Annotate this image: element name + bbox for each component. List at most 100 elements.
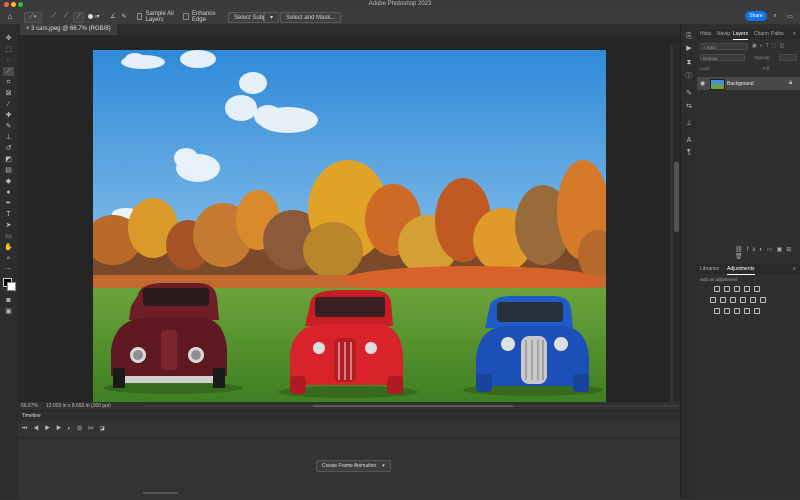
play-actions-icon[interactable]: ▶: [684, 44, 694, 53]
tab-adjustments[interactable]: Adjustments: [727, 264, 755, 275]
transition-icon[interactable]: ◪: [100, 426, 111, 432]
blend-mode-select[interactable]: Normal: [700, 54, 745, 61]
create-frame-animation-button[interactable]: Create Frame Animation ▾: [316, 460, 391, 472]
quick-selection-tool-icon[interactable]: ⟋: [3, 67, 14, 76]
layer-kind-filter[interactable]: ⌕ Kind: [700, 43, 748, 50]
curves-icon[interactable]: [734, 286, 740, 292]
transform-icon[interactable]: ⇆: [684, 102, 694, 111]
play-icon[interactable]: ▶: [45, 426, 56, 432]
lasso-tool-icon[interactable]: ◌: [3, 56, 14, 65]
audio-icon[interactable]: ◐: [67, 426, 77, 432]
gradient-tool-icon[interactable]: ▤: [3, 166, 14, 175]
brush-size-picker[interactable]: 5 ▾: [86, 12, 102, 21]
hand-tool-icon[interactable]: ✋: [3, 243, 14, 252]
paragraph-icon[interactable]: ¶: [684, 148, 694, 157]
channel-mixer-icon[interactable]: [750, 297, 756, 303]
threshold-icon[interactable]: [734, 308, 740, 314]
add-to-selection-icon[interactable]: ⟋: [62, 12, 70, 21]
info-icon[interactable]: ⓘ: [684, 72, 694, 81]
color-lookup-icon[interactable]: [760, 297, 766, 303]
pressure-icon[interactable]: ✎: [120, 12, 128, 21]
pen-tool-icon[interactable]: ✒: [3, 199, 14, 208]
panel-menu-icon[interactable]: ≡: [793, 264, 796, 274]
playback-controls[interactable]: ⏮◀▶▶◐⚙✂◪: [22, 426, 142, 435]
photo-filter-icon[interactable]: [740, 297, 746, 303]
healing-brush-tool-icon[interactable]: ✚: [3, 111, 14, 120]
history-brush-tool-icon[interactable]: ↺: [3, 144, 14, 153]
eraser-tool-icon[interactable]: ◩: [3, 155, 14, 164]
select-subject-dropdown[interactable]: ▾: [264, 12, 279, 23]
prev-frame-icon[interactable]: ◀: [33, 426, 44, 432]
frame-tool-icon[interactable]: ⊠: [3, 89, 14, 98]
visibility-eye-icon[interactable]: ◉: [700, 80, 705, 87]
vibrance-icon[interactable]: [754, 286, 760, 292]
move-tool-icon[interactable]: ✥: [3, 34, 14, 43]
marquee-tool-icon[interactable]: ⬚: [3, 45, 14, 54]
invert-icon[interactable]: [714, 308, 720, 314]
gradient-map-icon[interactable]: [744, 308, 750, 314]
home-icon[interactable]: ⌂: [5, 12, 15, 21]
brush-tool-icon[interactable]: ✎: [3, 122, 14, 131]
clone-stamp-tool-icon[interactable]: ⊥: [3, 133, 14, 142]
enhance-edge-checkbox[interactable]: Enhance Edge: [183, 11, 223, 23]
hue-saturation-icon[interactable]: [710, 297, 716, 303]
layer-filter-icons[interactable]: ▣◐T⬚◫: [752, 43, 797, 50]
select-and-mask-button[interactable]: Select and Mask...: [280, 12, 342, 23]
eyedropper-tool-icon[interactable]: ⁄: [3, 100, 14, 109]
blur-tool-icon[interactable]: ◆: [3, 177, 14, 186]
tab-libraries[interactable]: Libraries: [700, 264, 719, 274]
panel-menu-icon[interactable]: ≡: [793, 29, 796, 39]
split-icon[interactable]: ✂: [88, 426, 100, 432]
opacity-field[interactable]: [779, 54, 797, 61]
dodge-tool-icon[interactable]: ●: [3, 188, 14, 197]
tab-layers[interactable]: Layers: [733, 29, 749, 40]
subtract-selection-icon[interactable]: ⟋: [73, 12, 84, 23]
chevron-down-icon[interactable]: ▾: [382, 463, 385, 469]
workspace-icon[interactable]: ▭: [786, 12, 794, 21]
tab-histogram[interactable]: Histo: [700, 29, 711, 39]
black-white-icon[interactable]: [730, 297, 736, 303]
zoom-level[interactable]: 66.67%: [21, 403, 38, 409]
tab-channels[interactable]: Chann: [754, 29, 769, 39]
tab-paths[interactable]: Paths: [771, 29, 784, 39]
history-icon[interactable]: ⧗: [684, 58, 694, 67]
settings-icon[interactable]: ⚙: [77, 426, 88, 432]
brush-settings-icon[interactable]: ✎: [684, 89, 694, 98]
color-swatches[interactable]: [3, 278, 16, 292]
brush-angle-icon[interactable]: ∠: [109, 12, 117, 21]
levels-icon[interactable]: [724, 286, 730, 292]
color-balance-icon[interactable]: [720, 297, 726, 303]
layers-footer-icons[interactable]: ⛓fx◐▭▣⊞🗑︎: [735, 246, 797, 260]
share-button[interactable]: Share: [745, 11, 767, 21]
layer-row-background[interactable]: ◉ Background 🔒︎: [697, 77, 800, 90]
path-selection-tool-icon[interactable]: ➤: [3, 221, 14, 230]
document-tab[interactable]: × 3 cars.jpeg @ 66.7% (RGB/8): [20, 24, 117, 35]
zoom-tool-icon[interactable]: ⌕: [3, 254, 14, 263]
document-info[interactable]: 12.003 in x 8.693 in (300 ppi): [46, 403, 111, 409]
posterize-icon[interactable]: [724, 308, 730, 314]
sample-all-layers-checkbox[interactable]: Sample All Layers: [137, 11, 179, 23]
crop-tool-icon[interactable]: ⌗: [3, 78, 14, 87]
document-image[interactable]: [93, 50, 606, 404]
rectangle-tool-icon[interactable]: ▭: [3, 232, 14, 241]
type-tool-icon[interactable]: T: [3, 210, 14, 219]
brightness-icon[interactable]: [714, 286, 720, 292]
layer-name[interactable]: Background: [727, 81, 754, 87]
character-icon[interactable]: A: [684, 136, 694, 145]
tab-navigator[interactable]: Navig: [717, 29, 730, 39]
properties-icon[interactable]: ⎘: [684, 32, 694, 41]
search-icon[interactable]: ⌕: [771, 12, 779, 21]
more-tools-icon[interactable]: ⋯: [3, 265, 14, 274]
scroll-thumb[interactable]: [674, 162, 679, 232]
selective-color-icon[interactable]: [754, 308, 760, 314]
quick-selection-preset-icon[interactable]: ⟋▾: [24, 12, 42, 23]
next-frame-icon[interactable]: ▶: [56, 426, 67, 432]
timeline-zoom-slider[interactable]: [143, 492, 178, 494]
quick-mask-icon[interactable]: ◙: [3, 296, 14, 305]
horizontal-scrollbar[interactable]: [143, 405, 678, 407]
exposure-icon[interactable]: [744, 286, 750, 292]
vertical-scrollbar[interactable]: [673, 42, 680, 402]
horizontal-scroll-thumb[interactable]: [313, 405, 513, 407]
screen-mode-icon[interactable]: ▣: [3, 307, 14, 316]
new-selection-icon[interactable]: ⟋: [50, 12, 58, 21]
